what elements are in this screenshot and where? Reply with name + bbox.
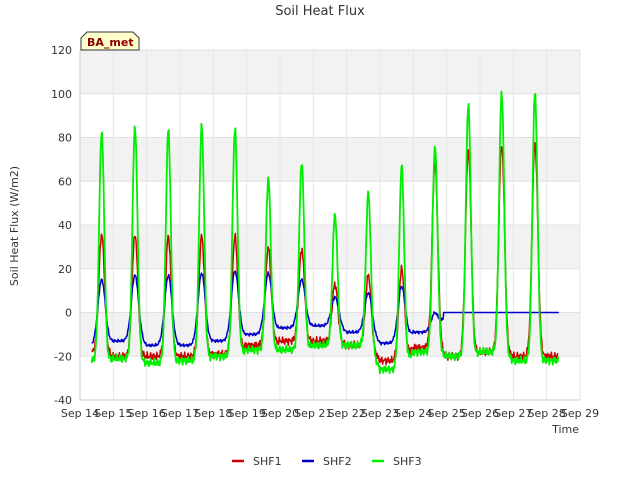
y-tick-label: 120 [51,44,72,57]
y-tick-label: 80 [58,132,72,145]
grid-band [80,50,580,94]
y-tick-label: 60 [58,175,72,188]
y-tick-label: 0 [65,307,72,320]
grid-band [80,137,580,182]
y-tick-label: 100 [51,88,72,101]
y-tick-label: 40 [58,219,72,232]
legend-label: SHF2 [323,455,352,468]
x-tick-label: Sep 29 [561,407,599,420]
legend-item-shf1: SHF1 [232,455,282,468]
chart-title: Soil Heat Flux [275,4,365,19]
legend: SHF1 SHF2 SHF3 [232,455,422,468]
y-axis-label: Soil Heat Flux (W/m2) [8,166,21,286]
legend-label: SHF3 [393,455,422,468]
site-badge: BA_met [80,31,140,51]
legend-item-shf3: SHF3 [372,455,422,468]
badge-label: BA_met [87,36,134,49]
x-axis-label: Time [551,423,579,436]
y-tick-label: -40 [54,394,72,407]
y-tick-label: -20 [54,350,72,363]
soil-heat-flux-chart: Soil Heat Flux -40 -20 0 20 40 60 80 100 120 Sep… [8,4,599,468]
legend-label: SHF1 [253,455,282,468]
x-tick-labels: Sep 14Sep 15Sep 16Sep 17Sep 18Sep 19Sep … [61,407,599,420]
y-tick-labels: -40 -20 0 20 40 60 80 100 120 [51,44,72,407]
y-tick-label: 20 [58,263,72,276]
legend-item-shf2: SHF2 [302,455,352,468]
